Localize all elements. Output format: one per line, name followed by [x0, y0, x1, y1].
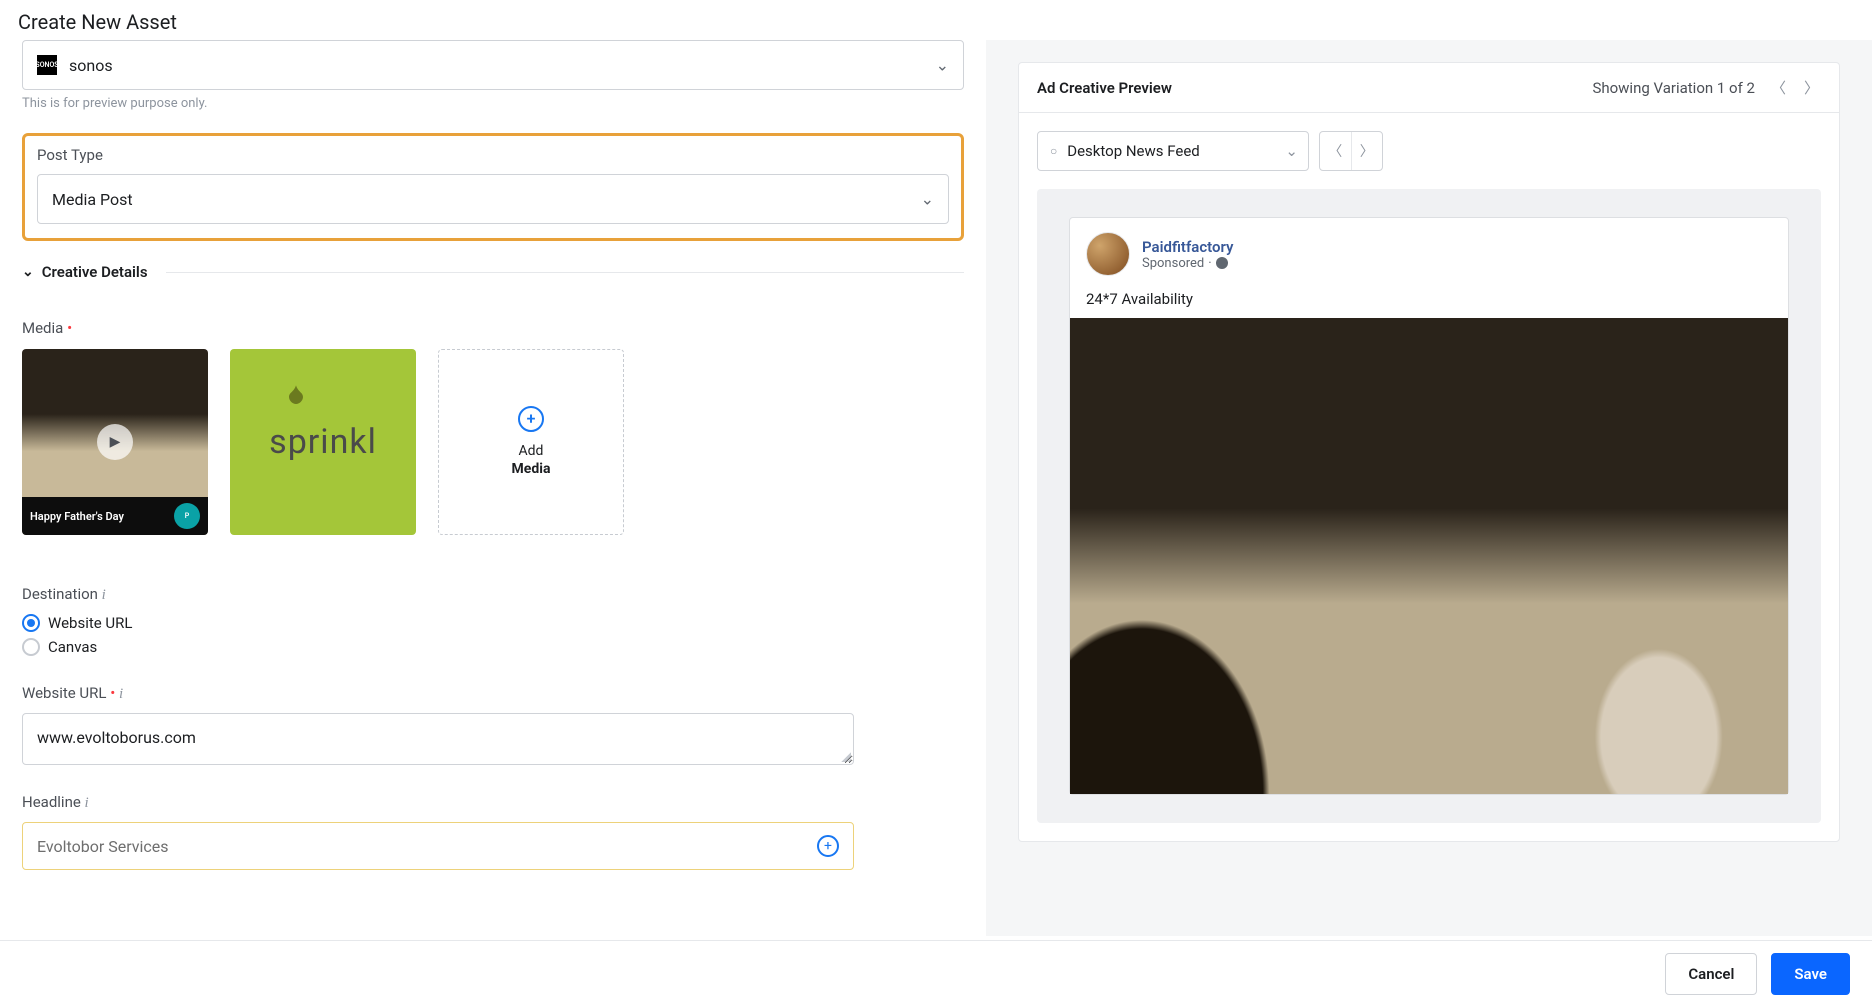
creative-details-title: Creative Details — [42, 263, 148, 281]
fb-page-name[interactable]: Paidfitfactory — [1142, 238, 1233, 256]
website-url-value: www.evoltoborus.com — [37, 728, 196, 747]
divider — [166, 272, 964, 273]
creative-details-toggle[interactable]: ⌄ Creative Details — [22, 263, 964, 281]
dot-icon: ○ — [1050, 144, 1057, 158]
chevron-down-icon: ⌄ — [921, 190, 934, 209]
destination-label: Destination i — [22, 585, 964, 604]
post-type-highlight-frame: Post Type Media Post ⌄ — [22, 133, 964, 241]
page-title: Create New Asset — [0, 0, 1872, 40]
info-icon: i — [102, 587, 106, 603]
preview-panel: Ad Creative Preview Showing Variation 1 … — [1018, 62, 1840, 842]
required-icon: • — [67, 319, 72, 337]
info-icon: i — [119, 686, 123, 702]
fb-hero-image — [1070, 318, 1788, 794]
plus-circle-icon[interactable]: + — [817, 835, 839, 857]
media-thumb-image[interactable]: sprinkl — [230, 349, 416, 535]
placement-prev-button[interactable]: 〈 — [1320, 132, 1352, 170]
required-icon: • — [110, 684, 115, 702]
save-button[interactable]: Save — [1771, 953, 1850, 995]
fb-primary-text: 24*7 Availability — [1070, 290, 1788, 318]
post-type-label: Post Type — [37, 146, 949, 164]
media-thumb-caption: Happy Father's Day — [30, 510, 124, 523]
variation-text: Showing Variation 1 of 2 — [1592, 79, 1755, 97]
website-url-label: Website URL • i — [22, 684, 964, 703]
radio-icon — [22, 614, 40, 632]
variation-prev-button[interactable]: 〈 — [1769, 77, 1788, 98]
post-type-value: Media Post — [52, 190, 133, 209]
fb-post-preview: Paidfitfactory Sponsored · 24*7 Availabi… — [1069, 217, 1789, 795]
post-type-select[interactable]: Media Post ⌄ — [37, 174, 949, 224]
account-name: sonos — [69, 56, 113, 75]
destination-canvas-label: Canvas — [48, 638, 97, 656]
placement-select[interactable]: ○ Desktop News Feed ⌄ — [1037, 131, 1309, 171]
radio-icon — [22, 638, 40, 656]
add-media-line1: Add — [519, 443, 544, 459]
chevron-down-icon: ⌄ — [936, 56, 949, 75]
headline-input[interactable]: Evoltobor Services + — [22, 822, 854, 870]
brand-badge-icon: P — [174, 503, 200, 529]
globe-icon — [1216, 257, 1228, 269]
placement-value: Desktop News Feed — [1067, 142, 1200, 160]
leaf-icon — [282, 383, 310, 411]
website-url-input[interactable]: www.evoltoborus.com — [22, 713, 854, 765]
account-select[interactable]: SONOS sonos ⌄ — [22, 40, 964, 90]
cancel-button[interactable]: Cancel — [1665, 953, 1757, 995]
headline-value: Evoltobor Services — [37, 837, 169, 856]
sprinklr-logo-text: sprinkl — [269, 422, 377, 462]
fb-sponsored-line: Sponsored · — [1142, 256, 1233, 271]
headline-label: Headline i — [22, 793, 964, 812]
destination-radio-canvas[interactable]: Canvas — [22, 638, 964, 656]
resize-handle-icon[interactable] — [841, 752, 851, 762]
destination-website-label: Website URL — [48, 614, 132, 632]
account-helper-text: This is for preview purpose only. — [22, 96, 964, 111]
brand-logo-icon: SONOS — [37, 55, 57, 75]
avatar-icon — [1086, 232, 1130, 276]
preview-title: Ad Creative Preview — [1037, 79, 1172, 97]
media-thumb-video[interactable]: ▶ Happy Father's Day P — [22, 349, 208, 535]
play-icon: ▶ — [97, 424, 133, 460]
add-media-button[interactable]: + Add Media — [438, 349, 624, 535]
info-icon: i — [85, 795, 89, 811]
variation-next-button[interactable]: 〉 — [1802, 77, 1821, 98]
chevron-down-icon: ⌄ — [22, 264, 34, 280]
plus-circle-icon: + — [518, 406, 544, 432]
chevron-down-icon: ⌄ — [1285, 142, 1298, 160]
placement-next-button[interactable]: 〉 — [1352, 132, 1383, 170]
placement-pager: 〈 〉 — [1319, 131, 1383, 171]
media-label: Media • — [22, 319, 964, 337]
footer-bar: Cancel Save — [0, 940, 1872, 1006]
destination-radio-website[interactable]: Website URL — [22, 614, 964, 632]
add-media-line2: Media — [512, 461, 551, 477]
